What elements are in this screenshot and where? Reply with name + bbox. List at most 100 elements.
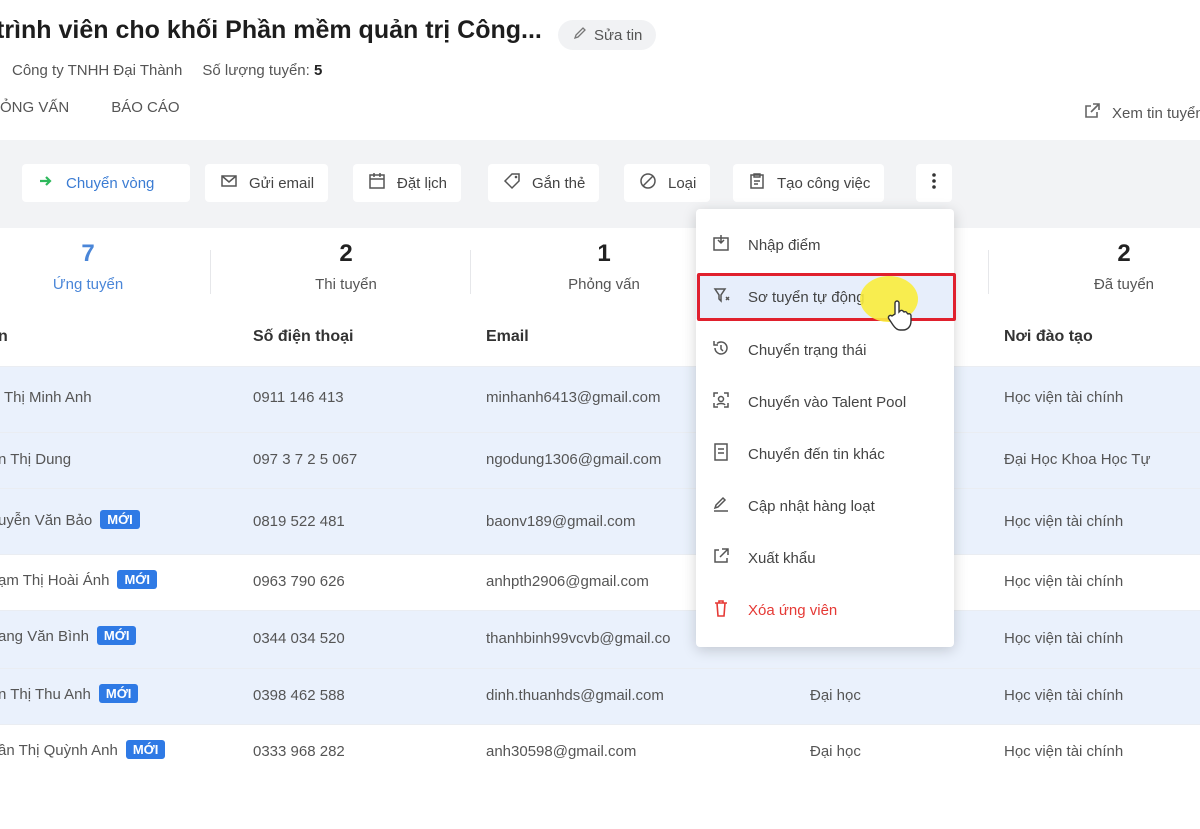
stage-count: 2 xyxy=(339,240,353,267)
tab-report[interactable]: BÁO CÁO xyxy=(111,99,179,116)
stage-count: 2 xyxy=(1117,240,1131,267)
ban-icon xyxy=(638,171,658,195)
candidate-school: Học viện tài chính xyxy=(1004,743,1124,760)
table-row[interactable]: n Thị Dung 097 3 7 2 5 067 ngodung1306@g… xyxy=(0,432,1200,488)
menu-item-label: Chuyển vào Talent Pool xyxy=(748,393,907,411)
status-change-icon xyxy=(710,337,732,363)
candidate-school: Học viện tài chính xyxy=(1004,687,1124,704)
candidate-school: Học viện tài chính xyxy=(1004,573,1124,590)
stage-label: Đã tuyển xyxy=(1093,276,1155,293)
stage-count: 7 xyxy=(81,240,95,267)
candidate-phone: 0333 968 282 xyxy=(253,743,345,760)
candidate-name-cell: ần Thị Quỳnh Anh MỚI xyxy=(0,740,166,759)
menu-item-bulk-update[interactable]: Cập nhật hàng loạt xyxy=(696,484,954,528)
col-name-header: n xyxy=(0,328,8,345)
col-school-header: Nơi đào tạo xyxy=(1004,328,1093,345)
new-badge: MỚI xyxy=(96,626,137,645)
candidate-email: minhanh6413@gmail.com xyxy=(486,389,661,406)
candidate-email: ngodung1306@gmail.com xyxy=(486,451,662,468)
import-score-icon xyxy=(710,232,732,258)
move-stage-button[interactable]: Chuyển vòng xyxy=(22,164,190,202)
new-badge: MỚI xyxy=(100,510,140,529)
candidate-phone: 0398 462 588 xyxy=(253,687,345,704)
mail-icon xyxy=(219,171,239,195)
table-row[interactable]: ần Thị Quỳnh Anh MỚI 0333 968 282 anh3059… xyxy=(0,724,1200,780)
stage-count: 1 xyxy=(597,240,611,267)
tag-icon xyxy=(502,171,522,195)
menu-item-export[interactable]: Xuất khẩu xyxy=(696,536,954,580)
auto-screen-icon xyxy=(710,284,732,310)
candidate-name[interactable]: n Thị Thu Anh xyxy=(0,686,91,703)
menu-item-import-score[interactable]: Nhập điểm xyxy=(696,223,954,267)
tag-button[interactable]: Gắn thẻ xyxy=(488,164,600,202)
external-link-icon xyxy=(1082,101,1102,125)
move-stage-label: Chuyển vòng xyxy=(66,174,155,192)
stage-label: Ứng tuyển xyxy=(52,276,124,293)
menu-item-delete-candidate[interactable]: Xóa ứng viên xyxy=(696,588,954,632)
send-email-button[interactable]: Gửi email xyxy=(205,164,329,202)
candidate-phone: 097 3 7 2 5 067 xyxy=(253,451,358,468)
menu-item-label: Xóa ứng viên xyxy=(748,601,838,619)
menu-item-auto-screen[interactable]: Sơ tuyển tự động xyxy=(696,275,954,319)
arrow-right-icon xyxy=(36,171,56,195)
menu-item-talent-pool[interactable]: Chuyển vào Talent Pool xyxy=(696,380,954,424)
menu-item-move-post[interactable]: Chuyển đến tin khác xyxy=(696,432,954,476)
tab-interview[interactable]: ỎNG VẤN xyxy=(0,99,69,116)
more-vertical-icon xyxy=(924,171,944,195)
edit-post-button[interactable]: Sửa tin xyxy=(558,20,657,50)
view-post-label: Xem tin tuyển xyxy=(1112,104,1200,122)
clipboard-icon xyxy=(747,171,767,195)
candidate-name-cell: ạm Thị Hoài Ánh MỚI xyxy=(0,570,157,589)
candidate-name[interactable]: ần Thị Quỳnh Anh xyxy=(0,742,118,759)
candidate-email: thanhbinh99vcvb@gmail.co xyxy=(486,630,671,647)
table-row[interactable]: ạm Thị Hoài Ánh MỚI 0963 790 626 anhpth29… xyxy=(0,554,1200,610)
stage-label: Thi tuyển xyxy=(315,276,377,293)
create-task-label: Tạo công việc xyxy=(777,174,871,192)
talent-pool-icon xyxy=(710,389,732,415)
stage-interview[interactable]: 1 Phỏng vấn xyxy=(524,238,684,293)
table-row[interactable]: uyễn Văn Bảo MỚI 0819 522 481 baonv189@gm… xyxy=(0,488,1200,554)
table-row[interactable]: Thị Minh Anh 0911 146 413 minhanh6413@gm… xyxy=(0,366,1200,432)
new-badge: MỚI xyxy=(117,570,157,589)
company-name: Công ty TNHH Đại Thành xyxy=(12,62,183,79)
stage-divider xyxy=(470,250,471,294)
stage-summary: 7 Ứng tuyển 2 Thi tuyển 1 Phỏng vấn 2 Đã… xyxy=(0,228,1200,310)
menu-item-label: Chuyển đến tin khác xyxy=(748,445,885,463)
candidate-name[interactable]: ạm Thị Hoài Ánh xyxy=(0,572,109,589)
more-actions-button[interactable] xyxy=(916,164,952,202)
menu-item-label: Sơ tuyển tự động xyxy=(748,288,865,306)
candidate-school: Học viện tài chính xyxy=(1004,513,1124,530)
menu-item-change-status[interactable]: Chuyển trạng thái xyxy=(696,328,954,372)
candidate-name-cell: ang Văn Bình MỚI xyxy=(0,626,137,645)
candidate-name[interactable]: Thị Minh Anh xyxy=(4,389,92,406)
candidate-email: baonv189@gmail.com xyxy=(486,513,636,530)
table-row[interactable]: ang Văn Bình MỚI 0344 034 520 thanhbinh99… xyxy=(0,610,1200,668)
sub-tabs: ỎNG VẤN BÁO CÁO xyxy=(0,99,180,116)
stage-test[interactable]: 2 Thi tuyển xyxy=(266,238,426,293)
candidate-name[interactable]: n Thị Dung xyxy=(0,451,71,468)
stage-applied[interactable]: 7 Ứng tuyển xyxy=(8,238,168,293)
quantity-value: 5 xyxy=(313,62,323,79)
view-post-link[interactable]: Xem tin tuyển xyxy=(1082,101,1200,125)
new-badge: MỚI xyxy=(98,684,139,703)
reject-button[interactable]: Loại xyxy=(624,164,711,202)
candidate-level: Đại học xyxy=(810,687,861,704)
candidate-school: Học viện tài chính xyxy=(1004,389,1124,406)
candidate-name[interactable]: ang Văn Bình xyxy=(0,628,89,645)
export-icon xyxy=(710,545,732,571)
new-badge: MỚI xyxy=(125,740,166,759)
candidate-school: Đại Học Khoa Học Tự xyxy=(1004,451,1151,468)
trash-icon xyxy=(710,597,732,623)
table-row[interactable]: n Thị Thu Anh MỚI 0398 462 588 dinh.thuan… xyxy=(0,668,1200,724)
candidate-phone: 0819 522 481 xyxy=(253,513,345,530)
action-toolbar: Chuyển vòng Gửi email Đặt lịch Gắn thẻ L… xyxy=(0,140,1200,228)
candidate-name-cell: n Thị Thu Anh MỚI xyxy=(0,684,139,703)
candidate-name[interactable]: uyễn Văn Bảo xyxy=(0,512,92,529)
move-post-icon xyxy=(710,441,732,467)
send-email-label: Gửi email xyxy=(249,174,315,192)
col-phone-header: Số điện thoại xyxy=(253,328,354,345)
job-meta: Công ty TNHH Đại Thành Số lượng tuyển: 5 xyxy=(12,62,322,79)
create-task-button[interactable]: Tạo công việc xyxy=(733,164,885,202)
stage-hired[interactable]: 2 Đã tuyển xyxy=(1044,238,1200,293)
schedule-button[interactable]: Đặt lịch xyxy=(353,164,462,202)
